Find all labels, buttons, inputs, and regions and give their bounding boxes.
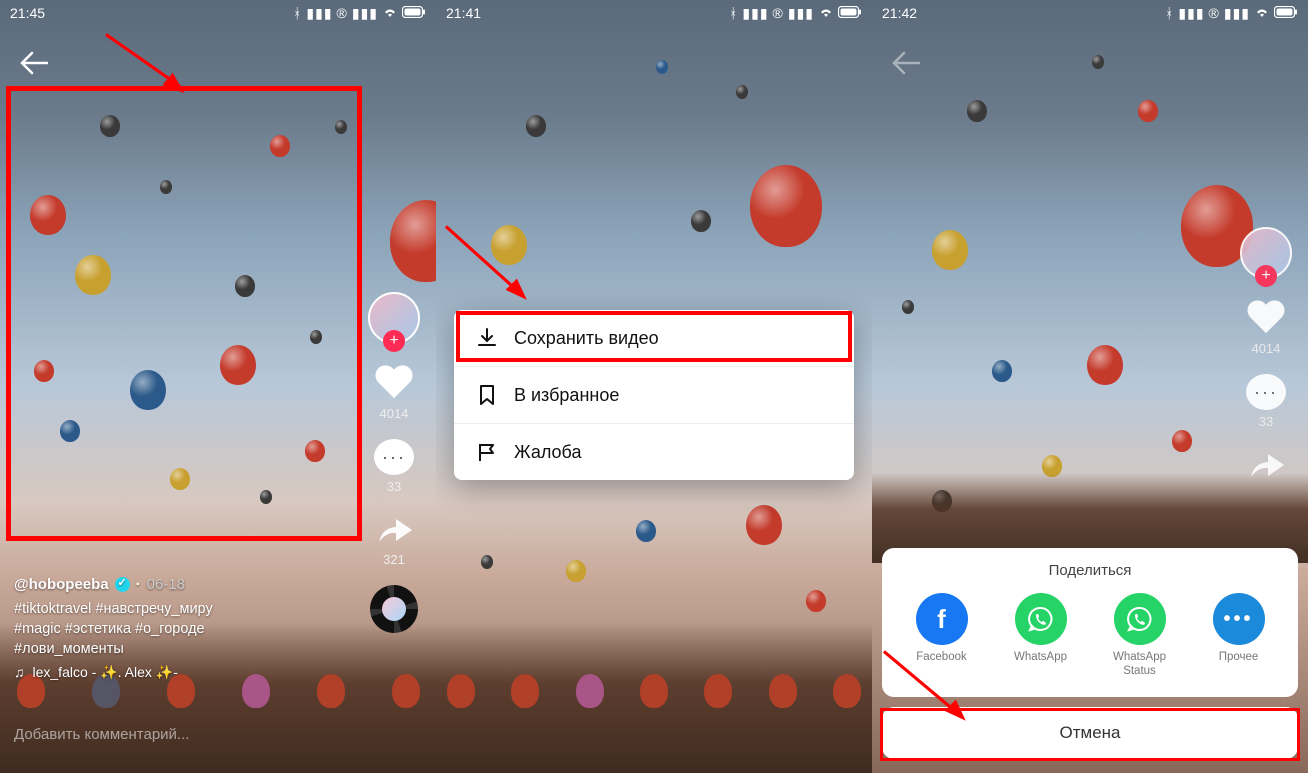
sim-icon: ® [1209, 5, 1220, 21]
share-whatsapp[interactable]: WhatsApp [1006, 593, 1076, 679]
follow-plus-icon[interactable]: + [1255, 265, 1277, 287]
flag-icon [476, 441, 498, 463]
status-time: 21:42 [882, 5, 917, 21]
signal-icon: ▮▮▮ [306, 5, 332, 22]
comment-count: 33 [387, 479, 401, 494]
ground [436, 623, 872, 773]
dot: · [136, 574, 141, 595]
music-row[interactable]: ♫ lex_falco - ✨. Alex ✨- [14, 663, 346, 683]
back-icon[interactable] [20, 50, 48, 82]
battery-icon [402, 5, 426, 21]
status-bar: 21:42 ᚼ ▮▮▮ ® ▮▮▮ [872, 0, 1308, 26]
share-sheet: Поделиться f Facebook WhatsApp WhatsAp [882, 548, 1298, 759]
comment-icon: ··· [1246, 374, 1286, 410]
action-rail: + 4014 ··· 33 [1234, 227, 1298, 483]
sim-icon: ® [337, 5, 348, 21]
ctx-label: Сохранить видео [514, 328, 659, 349]
signal-icon: ▮▮▮ [742, 5, 768, 22]
share-cancel-button[interactable]: Отмена [882, 707, 1298, 759]
wifi-icon [1254, 5, 1270, 21]
ctx-label: В избранное [514, 385, 619, 406]
like-button[interactable]: 4014 [1246, 297, 1286, 356]
comment-icon: ··· [374, 439, 414, 475]
screen-2: 21:41 ᚼ ▮▮▮ ® ▮▮▮ Сохранить видео [436, 0, 872, 773]
share-whatsapp-status[interactable]: WhatsApp Status [1105, 593, 1175, 679]
share-sheet-card: Поделиться f Facebook WhatsApp WhatsAp [882, 548, 1298, 697]
hashtags[interactable]: #tiktoktravel #навстречу_миру #magic #эс… [14, 599, 346, 660]
wifi-icon [382, 5, 398, 21]
share-icon [374, 512, 414, 548]
sound-disc[interactable] [370, 585, 418, 633]
share-facebook[interactable]: f Facebook [907, 593, 977, 679]
share-button[interactable]: 321 [374, 512, 414, 567]
music-note-icon: ♫ [14, 663, 25, 683]
battery-icon [1274, 5, 1298, 21]
music-title: lex_falco - ✨. Alex ✨- [33, 663, 178, 683]
share-more[interactable]: ••• Прочее [1204, 593, 1274, 679]
battery-icon [838, 5, 862, 21]
signal2-icon: ▮▮▮ [788, 5, 814, 22]
comment-button[interactable]: ··· 33 [1246, 374, 1286, 429]
bluetooth-icon: ᚼ [1165, 5, 1174, 21]
comment-button[interactable]: ··· 33 [374, 439, 414, 494]
share-count: 321 [383, 552, 405, 567]
facebook-icon: f [916, 593, 968, 645]
wifi-icon [818, 5, 834, 21]
heart-icon [1246, 297, 1286, 337]
username[interactable]: @hobopeeba [14, 574, 109, 595]
share-icon [1246, 447, 1286, 483]
share-button[interactable] [1246, 447, 1286, 483]
ctx-report[interactable]: Жалоба [454, 423, 854, 480]
signal2-icon: ▮▮▮ [1224, 5, 1250, 22]
add-comment-input[interactable]: Добавить комментарий... [14, 726, 189, 743]
status-bar: 21:41 ᚼ ▮▮▮ ® ▮▮▮ [436, 0, 872, 26]
signal-icon: ▮▮▮ [1178, 5, 1204, 22]
whatsapp-icon [1015, 593, 1067, 645]
verified-badge-icon: ✓ [115, 577, 130, 592]
like-button[interactable]: 4014 [374, 362, 414, 421]
post-date: 06-18 [147, 574, 185, 595]
follow-plus-icon[interactable]: + [383, 330, 405, 352]
ctx-save-video[interactable]: Сохранить видео [454, 310, 854, 366]
heart-icon [374, 362, 414, 402]
comment-count: 33 [1259, 414, 1273, 429]
share-sheet-title: Поделиться [892, 562, 1288, 579]
whatsapp-status-icon [1114, 593, 1166, 645]
ctx-favorite[interactable]: В избранное [454, 366, 854, 423]
context-menu: Сохранить видео В избранное Жалоба [454, 310, 854, 480]
download-icon [476, 327, 498, 349]
more-icon: ••• [1213, 593, 1265, 645]
like-count: 4014 [380, 406, 409, 421]
sim-icon: ® [773, 5, 784, 21]
back-icon[interactable] [892, 50, 920, 82]
status-icons: ᚼ ▮▮▮ ® ▮▮▮ [293, 5, 426, 22]
caption-block: @hobopeeba ✓ · 06-18 #tiktoktravel #навс… [14, 574, 346, 683]
status-time: 21:45 [10, 5, 45, 21]
creator-avatar[interactable]: + [368, 292, 420, 344]
screen-1: 21:45 ᚼ ▮▮▮ ® ▮▮▮ [0, 0, 436, 773]
status-icons: ᚼ ▮▮▮ ® ▮▮▮ [1165, 5, 1298, 22]
screen-3: 21:42 ᚼ ▮▮▮ ® ▮▮▮ + 4014 ··· 33 [872, 0, 1308, 773]
status-bar: 21:45 ᚼ ▮▮▮ ® ▮▮▮ [0, 0, 436, 26]
bluetooth-icon: ᚼ [293, 5, 302, 21]
like-count: 4014 [1252, 341, 1281, 356]
bluetooth-icon: ᚼ [729, 5, 738, 21]
signal2-icon: ▮▮▮ [352, 5, 378, 22]
creator-avatar[interactable]: + [1240, 227, 1292, 279]
ctx-label: Жалоба [514, 442, 581, 463]
action-rail: + 4014 ··· 33 321 [362, 292, 426, 633]
status-icons: ᚼ ▮▮▮ ® ▮▮▮ [729, 5, 862, 22]
bookmark-icon [476, 384, 498, 406]
status-time: 21:41 [446, 5, 481, 21]
